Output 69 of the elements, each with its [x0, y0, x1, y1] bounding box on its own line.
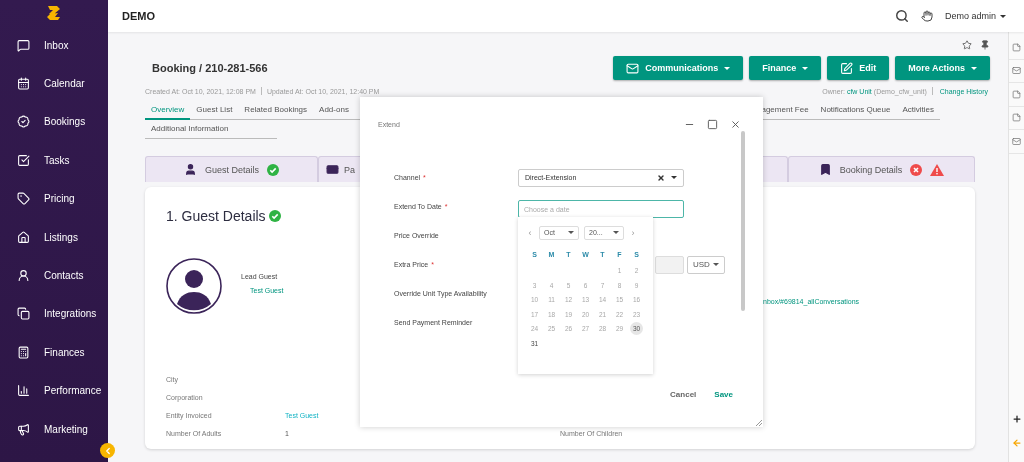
tab[interactable]: Overview	[145, 101, 191, 120]
clear-icon[interactable]	[657, 173, 665, 182]
sidebar-item[interactable]: Pricing	[0, 179, 108, 218]
pin-icon[interactable]	[980, 40, 990, 50]
price-input[interactable]	[655, 255, 684, 274]
bookmark-icon	[818, 163, 832, 176]
chat-icon	[17, 38, 30, 52]
plus-icon[interactable]	[1011, 414, 1022, 424]
sidebar-item[interactable]: Marketing	[0, 409, 108, 449]
logo-icon	[45, 4, 63, 22]
sidebar-item[interactable]: Calendar	[0, 64, 108, 103]
tab[interactable]: Activities	[896, 101, 940, 120]
sidebar-item[interactable]: Integrations	[0, 294, 108, 334]
edit-icon	[840, 61, 854, 75]
house-icon	[17, 230, 30, 244]
badge-icon	[17, 115, 30, 129]
action-button[interactable]: Edit	[827, 56, 890, 80]
close-icon[interactable]	[730, 118, 741, 130]
section-title: 1. Guest Details	[166, 208, 266, 224]
tab[interactable]: Guest List	[190, 101, 239, 120]
mail-icon	[626, 61, 640, 75]
megaphone-icon	[17, 422, 30, 436]
sidebar-item[interactable]: Tasks	[0, 141, 108, 180]
currency-select[interactable]: USD	[687, 255, 725, 274]
action-button[interactable]: Finance	[749, 56, 822, 80]
tab[interactable]: Add-ons	[313, 101, 355, 120]
calendar-icon	[17, 77, 30, 91]
mail-icon[interactable]	[1012, 66, 1021, 76]
resize-grip-icon[interactable]	[755, 419, 762, 426]
note-icon[interactable]	[1012, 42, 1021, 52]
person-icon	[184, 163, 197, 176]
caret-icon	[671, 176, 677, 179]
sidebar-item[interactable]: Inbox	[0, 26, 108, 65]
search-icon[interactable]	[894, 9, 909, 23]
step-tab[interactable]: Guest Details	[145, 156, 318, 182]
tab[interactable]: Related Bookings	[238, 101, 314, 120]
page-title: DEMO	[122, 10, 156, 22]
bar-chart-icon	[17, 384, 30, 398]
avatar-icon	[166, 258, 222, 314]
user-menu[interactable]: Demo admin	[944, 11, 1006, 21]
sidebar-item[interactable]: Contacts	[0, 256, 108, 295]
sidebar-item[interactable]: Performance	[0, 371, 108, 410]
sidebar-item[interactable]: Bookings	[0, 102, 108, 142]
action-button[interactable]: Communications	[613, 56, 744, 80]
checkbox-icon	[17, 153, 30, 167]
person-icon	[17, 269, 30, 283]
copy-icon	[17, 307, 30, 321]
next-month-button[interactable]: ›	[629, 227, 637, 238]
scrollbar[interactable]	[741, 131, 745, 311]
previous-month-button[interactable]: ‹	[526, 227, 534, 238]
hand-icon[interactable]	[920, 10, 933, 22]
booking-title: Booking / 210-281-566	[152, 62, 269, 74]
maximize-icon[interactable]	[707, 118, 718, 130]
cancel-button[interactable]: Cancel	[670, 390, 697, 399]
action-button[interactable]: More Actions	[895, 56, 990, 80]
star-icon[interactable]	[962, 40, 972, 50]
step-tab[interactable]: Booking Details	[788, 156, 975, 182]
tag-icon	[17, 192, 30, 206]
calculator-icon	[17, 345, 30, 359]
warning-icon	[930, 163, 945, 176]
save-button[interactable]: Save	[714, 390, 733, 399]
mail-icon[interactable]	[1012, 136, 1021, 146]
note-icon[interactable]	[1012, 89, 1021, 99]
sidebar-item[interactable]: Listings	[0, 217, 108, 257]
note-icon[interactable]	[1012, 113, 1021, 123]
tab[interactable]: Additional Information	[145, 120, 235, 139]
sidebar-item[interactable]: Finances	[0, 333, 108, 372]
tab[interactable]: Notifications Queue	[814, 101, 897, 120]
card-icon	[326, 163, 339, 176]
